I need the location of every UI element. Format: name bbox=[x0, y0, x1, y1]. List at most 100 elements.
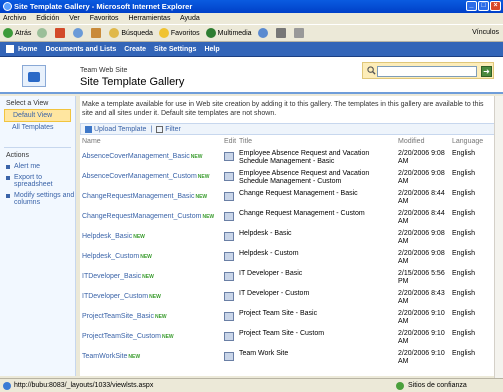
col-name[interactable]: Name bbox=[82, 138, 101, 145]
maximize-button[interactable]: □ bbox=[478, 1, 489, 11]
template-name-link[interactable]: ITDeveloper_BasicNEW bbox=[82, 273, 154, 280]
table-row: Helpdesk_BasicNEW Helpdesk - Basic 2/20/20… bbox=[80, 228, 500, 248]
stop-button[interactable] bbox=[55, 28, 67, 38]
action-alert-me[interactable]: Alert me bbox=[0, 161, 75, 172]
edit-icon[interactable] bbox=[224, 272, 234, 281]
trusted-zone-icon bbox=[396, 382, 404, 390]
search-box: ➜ bbox=[362, 62, 494, 79]
menu-bar: Archivo Edición Ver Favoritos Herramient… bbox=[0, 13, 503, 25]
template-name-link[interactable]: ProjectTeamSite_BasicNEW bbox=[82, 313, 167, 320]
new-badge: NEW bbox=[195, 194, 208, 200]
multimedia-button[interactable]: Multimedia bbox=[205, 28, 252, 38]
new-badge: NEW bbox=[133, 234, 145, 240]
status-url: http://bubu:8083/_layouts/1033/viewlsts.… bbox=[14, 382, 154, 389]
template-title: Change Request Management - Basic bbox=[239, 190, 358, 197]
media-icon bbox=[205, 28, 216, 38]
modified-date: 2/20/2006 9:10 AM bbox=[398, 350, 445, 365]
edit-icon[interactable] bbox=[224, 332, 234, 341]
template-language: English bbox=[452, 290, 475, 297]
view-all-templates[interactable]: All Templates bbox=[0, 122, 75, 133]
template-name-link[interactable]: TeamWorkSiteNEW bbox=[82, 353, 140, 360]
edit-icon[interactable] bbox=[224, 232, 234, 241]
print-button[interactable] bbox=[293, 28, 306, 38]
col-language[interactable]: Language bbox=[452, 138, 483, 145]
edit-icon[interactable] bbox=[224, 172, 234, 181]
filter-icon bbox=[156, 125, 164, 133]
edit-icon[interactable] bbox=[224, 252, 234, 261]
nav-help[interactable]: Help bbox=[204, 46, 219, 53]
template-language: English bbox=[452, 190, 475, 197]
template-language: English bbox=[452, 230, 475, 237]
col-title[interactable]: Title bbox=[239, 138, 252, 145]
menu-herramientas[interactable]: Herramientas bbox=[128, 15, 170, 22]
menu-ayuda[interactable]: Ayuda bbox=[180, 15, 200, 22]
action-modify-settings[interactable]: Modify settings and columns bbox=[0, 190, 75, 208]
template-language: English bbox=[452, 150, 475, 157]
links-label[interactable]: Vínculos bbox=[472, 29, 499, 36]
edit-icon[interactable] bbox=[224, 352, 234, 361]
nav-documents-and-lists[interactable]: Documents and Lists bbox=[45, 46, 116, 53]
site-name[interactable]: Team Web Site bbox=[80, 67, 127, 74]
search-toolbar-button[interactable]: Búsqueda bbox=[109, 28, 153, 38]
modified-date: 2/20/2006 8:44 AM bbox=[398, 210, 445, 225]
template-language: English bbox=[452, 250, 475, 257]
template-name-link[interactable]: Helpdesk_BasicNEW bbox=[82, 233, 145, 240]
back-button[interactable]: Atrás bbox=[3, 28, 31, 38]
vertical-scrollbar[interactable] bbox=[494, 96, 503, 378]
favorites-button[interactable]: Favoritos bbox=[158, 28, 200, 38]
action-export-spreadsheet[interactable]: Export to spreadsheet bbox=[0, 172, 75, 190]
template-title: Employee Absence Request and Vacation Sc… bbox=[239, 170, 370, 185]
star-icon bbox=[158, 28, 169, 38]
home-button[interactable] bbox=[91, 28, 103, 38]
template-name-link[interactable]: Helpdesk_CustomNEW bbox=[82, 253, 152, 260]
edit-icon[interactable] bbox=[224, 312, 234, 321]
template-name-link[interactable]: AbsenceCoverManagement_CustomNEW bbox=[82, 173, 209, 180]
menu-archivo[interactable]: Archivo bbox=[3, 15, 26, 22]
menu-ver[interactable]: Ver bbox=[69, 15, 80, 22]
filter-link[interactable]: Filter bbox=[165, 126, 181, 133]
search-go-button[interactable]: ➜ bbox=[481, 66, 492, 77]
nav-home[interactable]: Home bbox=[18, 46, 37, 53]
history-button[interactable] bbox=[257, 28, 270, 38]
nav-site-settings[interactable]: Site Settings bbox=[154, 46, 196, 53]
template-title: Project Team Site - Basic bbox=[239, 310, 318, 317]
left-sidebar: Select a View Default View All Templates… bbox=[0, 96, 76, 376]
search-input[interactable] bbox=[377, 66, 477, 77]
close-button[interactable]: × bbox=[490, 1, 501, 11]
table-row: ITDeveloper_BasicNEW IT Developer - Basic… bbox=[80, 268, 500, 288]
template-title: IT Developer - Basic bbox=[239, 270, 303, 277]
edit-icon[interactable] bbox=[224, 212, 234, 221]
template-title: Project Team Site - Custom bbox=[239, 330, 325, 337]
search-icon bbox=[367, 66, 376, 75]
sharepoint-icon bbox=[6, 45, 14, 53]
upload-template-link[interactable]: Upload Template bbox=[94, 126, 146, 133]
mail-button[interactable] bbox=[275, 28, 288, 38]
magnifier-icon bbox=[109, 28, 120, 38]
site-logo-icon bbox=[22, 65, 46, 87]
menu-edicion[interactable]: Edición bbox=[36, 15, 59, 22]
nav-create[interactable]: Create bbox=[124, 46, 146, 53]
bullet-icon bbox=[6, 194, 10, 198]
template-name-link[interactable]: AbsenceCoverManagement_BasicNEW bbox=[82, 153, 202, 160]
template-language: English bbox=[452, 270, 475, 277]
new-badge: NEW bbox=[161, 334, 174, 340]
template-name-link[interactable]: ChangeRequestManagement_CustomNEW bbox=[82, 213, 214, 220]
forward-button[interactable] bbox=[37, 28, 49, 38]
template-language: English bbox=[452, 310, 475, 317]
template-title: Team Work Site bbox=[239, 350, 289, 357]
page-icon bbox=[3, 382, 11, 390]
table-row: AbsenceCoverManagement_BasicNEW Employee … bbox=[80, 148, 500, 168]
menu-favoritos[interactable]: Favoritos bbox=[90, 15, 119, 22]
minimize-button[interactable]: _ bbox=[466, 1, 477, 11]
edit-icon[interactable] bbox=[224, 292, 234, 301]
modified-date: 2/20/2006 9:10 AM bbox=[398, 330, 445, 345]
template-name-link[interactable]: ChangeRequestManagement_BasicNEW bbox=[82, 193, 207, 200]
refresh-button[interactable] bbox=[73, 28, 85, 38]
template-name-link[interactable]: ITDeveloper_CustomNEW bbox=[82, 293, 161, 300]
edit-icon[interactable] bbox=[224, 152, 234, 161]
view-default[interactable]: Default View bbox=[4, 109, 71, 122]
modified-date: 2/15/2006 5:56 PM bbox=[398, 270, 445, 285]
template-name-link[interactable]: ProjectTeamSite_CustomNEW bbox=[82, 333, 174, 340]
edit-icon[interactable] bbox=[224, 192, 234, 201]
col-modified[interactable]: Modified bbox=[398, 138, 424, 145]
